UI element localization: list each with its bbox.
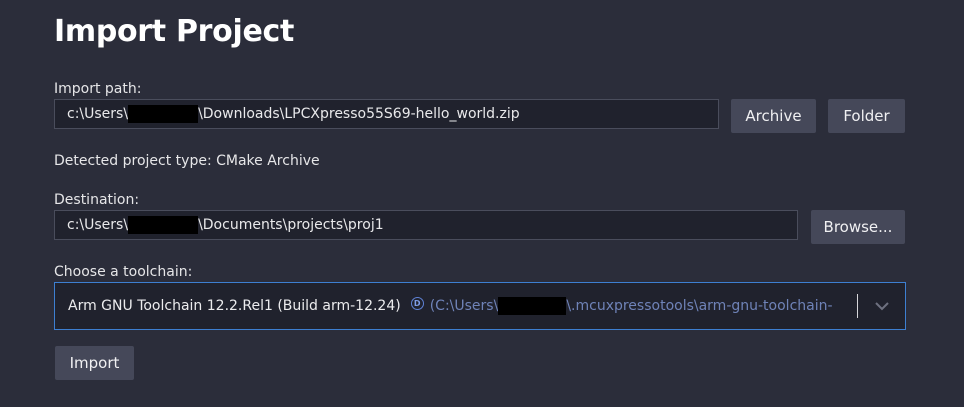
import-path-prefix: c:\Users\ [67, 106, 129, 122]
destination-prefix: c:\Users\ [67, 217, 129, 233]
redacted-username [498, 297, 567, 315]
toolchain-label: Choose a toolchain: [54, 264, 193, 280]
select-divider [857, 294, 858, 318]
toolchain-path: (C:\Users\ \.mcuxpressotools\arm-gnu-tool… [430, 297, 850, 315]
browse-button[interactable]: Browse... [811, 210, 905, 244]
detected-project-type: Detected project type: CMake Archive [54, 153, 320, 169]
archive-button[interactable]: Archive [731, 99, 816, 133]
chevron-down-icon[interactable] [873, 297, 891, 315]
destination-suffix: \Documents\projects\proj1 [198, 217, 384, 233]
import-path-label: Import path: [54, 81, 142, 97]
folder-button[interactable]: Folder [828, 99, 905, 133]
import-button[interactable]: Import [55, 346, 134, 380]
destination-input[interactable]: c:\Users\ \Documents\projects\proj1 [54, 210, 798, 240]
import-path-suffix: \Downloads\LPCXpresso55S69-hello_world.z… [198, 106, 520, 122]
toolchain-selected-value: Arm GNU Toolchain 12.2.Rel1 (Build arm-1… [68, 298, 401, 314]
toolchain-path-suffix: \.mcuxpressotools\arm-gnu-toolchain- [566, 298, 833, 314]
redacted-username [128, 105, 199, 123]
destination-label: Destination: [54, 192, 140, 208]
default-badge-icon: D [410, 296, 424, 310]
import-project-page: Import Project Import path: c:\Users\ \Do… [0, 0, 964, 407]
page-title: Import Project [54, 14, 295, 49]
toolchain-path-prefix: (C:\Users\ [429, 298, 499, 314]
redacted-username [128, 216, 199, 234]
import-path-input[interactable]: c:\Users\ \Downloads\LPCXpresso55S69-hell… [54, 99, 719, 129]
toolchain-select[interactable]: Arm GNU Toolchain 12.2.Rel1 (Build arm-1… [54, 282, 906, 330]
